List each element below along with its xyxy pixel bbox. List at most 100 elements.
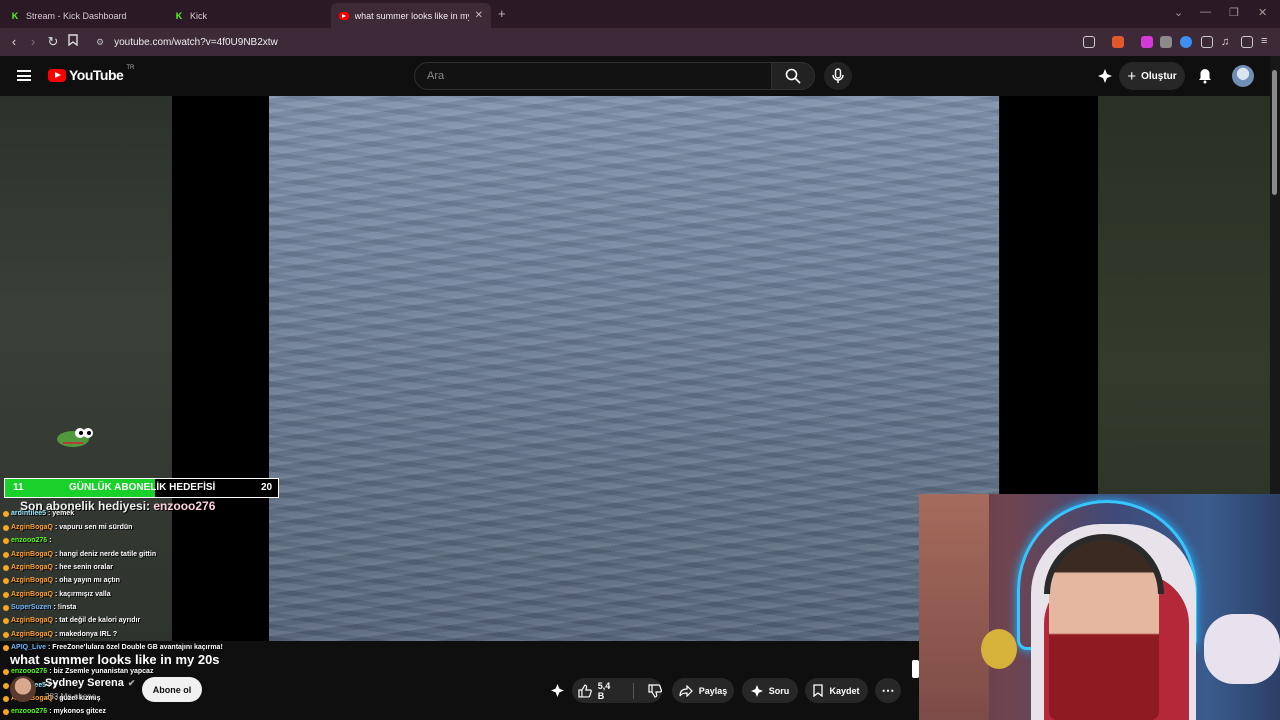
- hamburger-menu-icon[interactable]: [17, 70, 31, 81]
- chat-message: ardintilee5: yemek: [3, 510, 74, 517]
- chat-badge-icon: [3, 708, 9, 715]
- close-tab-icon[interactable]: ✕: [475, 10, 483, 21]
- chat-text: : makedonya IRL ?: [55, 631, 118, 638]
- chat-username: AzginBogaQ: [11, 591, 53, 598]
- channel-avatar[interactable]: [10, 676, 36, 702]
- share-label: Paylaş: [698, 685, 728, 696]
- chat-text: : mykonos gitcez: [49, 708, 106, 715]
- chat-message: AzginBogaQ: oha yayın mı açtın: [3, 577, 120, 584]
- chat-text: : tat değil de kalori ayrıdır: [55, 617, 141, 624]
- tab-youtube-video[interactable]: what summer looks like in my 20 ✕: [331, 3, 491, 28]
- tab-kick[interactable]: K Kick: [166, 3, 330, 28]
- webcam-shelf: [919, 494, 989, 720]
- new-tab-icon[interactable]: +: [498, 6, 506, 21]
- browser-tab-strip: K Stream - Kick Dashboard K Kick what su…: [0, 0, 1280, 28]
- account-avatar[interactable]: [1232, 65, 1254, 87]
- chat-username: AzginBogaQ: [11, 631, 53, 638]
- screen: K Stream - Kick Dashboard K Kick what su…: [0, 0, 1280, 720]
- address-bar[interactable]: ⚙ youtube.com/watch?v=4f0U9NB2xtw: [86, 31, 1086, 53]
- chat-username: AzginBogaQ: [11, 564, 53, 571]
- tab-label: what summer looks like in my 20: [354, 10, 469, 21]
- forward-icon[interactable]: ›: [25, 34, 41, 50]
- save-label: Kaydet: [829, 685, 860, 696]
- brave-shield-icon[interactable]: [1112, 36, 1124, 48]
- chat-message: enzooo276:: [3, 537, 52, 544]
- chat-message: AzginBogaQ: kaçırmışız valla: [3, 591, 111, 598]
- close-window-icon[interactable]: ✕: [1258, 6, 1267, 19]
- sidebar-icon[interactable]: [1241, 36, 1253, 48]
- scrollbar-thumb[interactable]: [1272, 70, 1277, 195]
- extension-icon[interactable]: [1160, 36, 1172, 48]
- site-info-icon[interactable]: ⚙: [96, 37, 104, 48]
- video-player[interactable]: [269, 96, 999, 641]
- bookmark-icon[interactable]: [65, 34, 81, 50]
- subscriber-goal-bar: 11 GÜNLÜK ABONELİK HEDEFİSİ 20: [4, 478, 279, 498]
- ask-button[interactable]: Soru: [742, 678, 798, 703]
- chat-message: SuperSuzen: !insta: [3, 604, 76, 611]
- back-icon[interactable]: ‹: [6, 34, 22, 50]
- maximize-icon[interactable]: ❐: [1229, 6, 1239, 19]
- youtube-logo[interactable]: YouTube TR: [48, 65, 135, 83]
- youtube-wordmark: YouTube: [69, 67, 124, 83]
- save-button[interactable]: Kaydet: [805, 678, 868, 703]
- chat-badge-icon: [3, 591, 9, 598]
- goal-label: GÜNLÜK ABONELİK HEDEFİSİ: [69, 482, 216, 493]
- panel-edge: [912, 660, 919, 678]
- sparkle-icon: [750, 684, 763, 697]
- browser-toolbar: ‹ › ↻ ⚙ youtube.com/watch?v=4f0U9NB2xtw …: [0, 28, 1280, 56]
- chat-text: : hangi deniz nerde tatile gittin: [55, 551, 157, 558]
- chat-badge-icon: [3, 551, 9, 558]
- dislike-button[interactable]: [648, 683, 662, 698]
- create-button[interactable]: + Oluştur: [1119, 62, 1185, 90]
- sparkle-icon[interactable]: [547, 678, 567, 703]
- create-label: Oluştur: [1141, 70, 1177, 82]
- chat-badge-icon: [3, 617, 9, 624]
- goal-current: 11: [13, 482, 24, 493]
- url-text: youtube.com/watch?v=4f0U9NB2xtw: [114, 36, 278, 48]
- letterbox-left: [172, 96, 270, 641]
- chat-badge-icon: [3, 524, 9, 531]
- chat-username: AzginBogaQ: [11, 524, 53, 531]
- chat-username: enzooo276: [11, 708, 48, 715]
- chat-message: AzginBogaQ: makedonya IRL ?: [3, 631, 117, 638]
- chat-text: : kaçırmışız valla: [55, 591, 111, 598]
- extension-icon[interactable]: [1180, 36, 1192, 48]
- chat-text: :: [49, 537, 52, 544]
- tab-label: Kick: [190, 10, 208, 21]
- reload-icon[interactable]: ↻: [45, 34, 61, 50]
- chat-username: ardintilee5: [11, 510, 47, 517]
- share-button[interactable]: Paylaş: [672, 678, 734, 703]
- like-button[interactable]: 5,4 B: [578, 681, 619, 701]
- voice-search-button[interactable]: [824, 62, 852, 90]
- premium-sparkle-icon[interactable]: [1097, 68, 1113, 84]
- chat-badge-icon: [3, 695, 9, 702]
- cast-icon[interactable]: [1083, 36, 1095, 48]
- notifications-bell-icon[interactable]: [1197, 68, 1213, 84]
- chat-badge-icon: [3, 604, 9, 611]
- extension-icon[interactable]: [1141, 36, 1153, 48]
- tab-kick-dashboard[interactable]: K Stream - Kick Dashboard: [2, 3, 166, 28]
- search-button[interactable]: [771, 62, 815, 90]
- menu-icon[interactable]: ≡: [1261, 36, 1273, 48]
- channel-name[interactable]: Sydney Serena ✔: [45, 677, 135, 689]
- minimize-icon[interactable]: —: [1200, 6, 1211, 18]
- extensions-puzzle-icon[interactable]: [1201, 36, 1213, 48]
- chat-badge-icon: [3, 644, 9, 651]
- country-code: TR: [126, 65, 135, 71]
- search-input[interactable]: Ara: [414, 62, 772, 90]
- subscribe-button[interactable]: Abone ol: [142, 677, 202, 702]
- chat-text: : yemek: [48, 510, 75, 517]
- video-title: what summer looks like in my 20s: [10, 652, 220, 667]
- tab-label: Stream - Kick Dashboard: [26, 10, 127, 21]
- chat-badge-icon: [3, 510, 9, 517]
- chat-text: : vapuru sen mi sürdün: [55, 524, 133, 531]
- microphone-icon: [832, 68, 844, 83]
- music-icon[interactable]: ♫: [1221, 36, 1233, 48]
- more-actions-icon[interactable]: ⋯: [875, 678, 901, 703]
- video-ambient-left: [0, 96, 172, 641]
- tab-search-icon[interactable]: ⌄: [1174, 6, 1183, 19]
- youtube-icon: [339, 11, 349, 20]
- like-count: 5,4 B: [597, 680, 611, 701]
- pepe-emote-icon: [57, 428, 93, 447]
- chat-message: enzooo276: biz Zsemle yunanistan yapcaz: [3, 668, 153, 675]
